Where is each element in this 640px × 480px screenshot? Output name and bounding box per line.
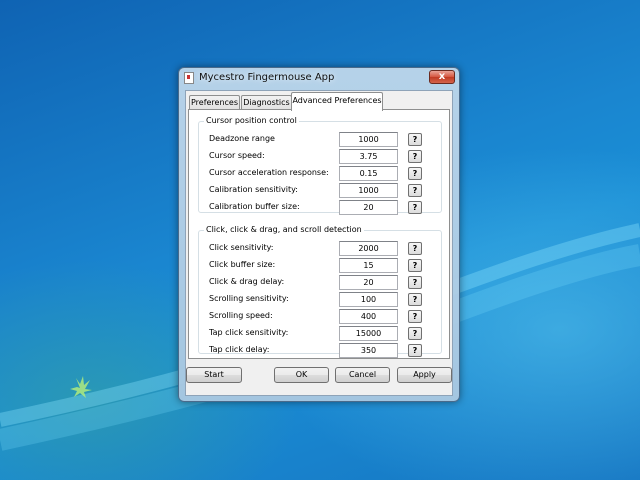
apply-button[interactable]: Apply (397, 367, 452, 383)
dialog-client-area: Preferences Diagnostics Advanced Prefere… (185, 90, 453, 396)
setting-row-deadzone-range: Deadzone range 1000 ? (199, 132, 443, 147)
setting-label: Cursor speed: (209, 151, 265, 160)
help-button[interactable]: ? (408, 344, 422, 357)
setting-row-tap-click-delay: Tap click delay: 350 ? (199, 343, 443, 358)
tab-preferences[interactable]: Preferences (189, 95, 240, 110)
click-buffer-input[interactable]: 15 (339, 258, 398, 273)
cursor-position-group: Cursor position control Deadzone range 1… (198, 116, 443, 215)
help-button[interactable]: ? (408, 184, 422, 197)
setting-label: Calibration sensitivity: (209, 185, 298, 194)
ok-button[interactable]: OK (274, 367, 329, 383)
scrolling-sensitivity-input[interactable]: 100 (339, 292, 398, 307)
setting-label: Tap click delay: (209, 345, 270, 354)
help-button[interactable]: ? (408, 276, 422, 289)
setting-row-click-buffer: Click buffer size: 15 ? (199, 258, 443, 273)
setting-label: Scrolling speed: (209, 311, 273, 320)
setting-row-calibration-buffer: Calibration buffer size: 20 ? (199, 200, 443, 215)
setting-label: Tap click sensitivity: (209, 328, 289, 337)
help-button[interactable]: ? (408, 293, 422, 306)
group-title-cursor: Cursor position control (204, 116, 299, 125)
start-button[interactable]: Start (186, 367, 242, 383)
setting-row-cursor-speed: Cursor speed: 3.75 ? (199, 149, 443, 164)
help-button[interactable]: ? (408, 167, 422, 180)
setting-row-scrolling-sensitivity: Scrolling sensitivity: 100 ? (199, 292, 443, 307)
setting-row-click-drag-delay: Click & drag delay: 20 ? (199, 275, 443, 290)
close-button[interactable]: x (429, 70, 455, 84)
setting-label: Deadzone range (209, 134, 275, 143)
tab-diagnostics[interactable]: Diagnostics (241, 95, 292, 110)
setting-label: Cursor acceleration response: (209, 168, 329, 177)
calibration-sensitivity-input[interactable]: 1000 (339, 183, 398, 198)
advanced-preferences-panel: Cursor position control Deadzone range 1… (188, 109, 450, 359)
cancel-button[interactable]: Cancel (335, 367, 390, 383)
app-icon (184, 72, 194, 84)
app-window: Mycestro Fingermouse App x Preferences D… (178, 67, 460, 402)
click-drag-delay-input[interactable]: 20 (339, 275, 398, 290)
scrolling-speed-input[interactable]: 400 (339, 309, 398, 324)
help-button[interactable]: ? (408, 150, 422, 163)
click-detection-group: Click, click & drag, and scroll detectio… (198, 225, 443, 358)
window-title: Mycestro Fingermouse App (199, 72, 335, 83)
help-button[interactable]: ? (408, 201, 422, 214)
cursor-acceleration-input[interactable]: 0.15 (339, 166, 398, 181)
help-button[interactable]: ? (408, 242, 422, 255)
calibration-buffer-input[interactable]: 20 (339, 200, 398, 215)
setting-row-scrolling-speed: Scrolling speed: 400 ? (199, 309, 443, 324)
tab-advanced-preferences[interactable]: Advanced Preferences (291, 92, 383, 111)
help-button[interactable]: ? (408, 310, 422, 323)
help-button[interactable]: ? (408, 259, 422, 272)
setting-row-click-sensitivity: Click sensitivity: 2000 ? (199, 241, 443, 256)
setting-label: Calibration buffer size: (209, 202, 300, 211)
setting-label: Scrolling sensitivity: (209, 294, 289, 303)
setting-label: Click sensitivity: (209, 243, 274, 252)
click-sensitivity-input[interactable]: 2000 (339, 241, 398, 256)
setting-row-tap-click-sensitivity: Tap click sensitivity: 15000 ? (199, 326, 443, 341)
group-title-click: Click, click & drag, and scroll detectio… (204, 225, 364, 234)
setting-label: Click buffer size: (209, 260, 276, 269)
title-bar[interactable]: Mycestro Fingermouse App x (179, 68, 459, 89)
help-button[interactable]: ? (408, 133, 422, 146)
tap-click-delay-input[interactable]: 350 (339, 343, 398, 358)
tap-click-sensitivity-input[interactable]: 15000 (339, 326, 398, 341)
setting-row-calibration-sensitivity: Calibration sensitivity: 1000 ? (199, 183, 443, 198)
setting-label: Click & drag delay: (209, 277, 285, 286)
setting-row-cursor-acceleration: Cursor acceleration response: 0.15 ? (199, 166, 443, 181)
help-button[interactable]: ? (408, 327, 422, 340)
deadzone-range-input[interactable]: 1000 (339, 132, 398, 147)
cursor-speed-input[interactable]: 3.75 (339, 149, 398, 164)
